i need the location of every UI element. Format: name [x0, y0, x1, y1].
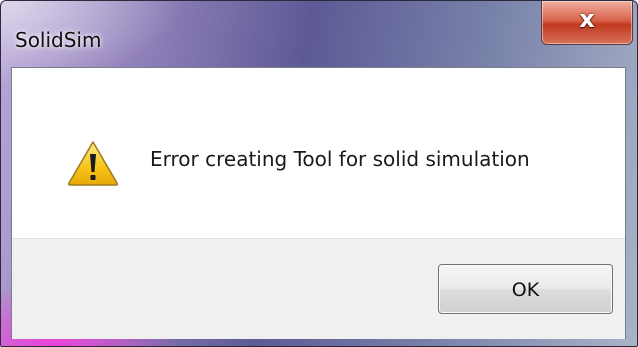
title-bar[interactable]: SolidSim x — [1, 1, 637, 67]
error-message: Error creating Tool for solid simulation — [150, 147, 530, 171]
dialog-window: SolidSim x Error creating Tool for solid… — [0, 0, 638, 347]
dialog-client-area: Error creating Tool for solid simulation… — [11, 67, 626, 339]
close-button[interactable]: x — [541, 1, 633, 45]
close-icon: x — [579, 5, 595, 33]
ok-button[interactable]: OK — [438, 264, 613, 314]
warning-icon — [67, 141, 119, 186]
window-title: SolidSim — [15, 28, 102, 52]
message-area: Error creating Tool for solid simulation — [12, 68, 625, 238]
button-bar: OK — [12, 238, 625, 339]
